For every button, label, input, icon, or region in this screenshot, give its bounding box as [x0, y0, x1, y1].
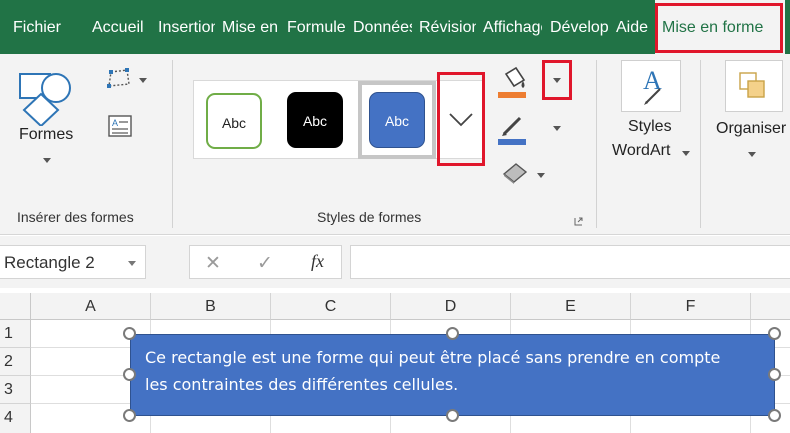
svg-text:A: A [112, 118, 118, 128]
resize-handle-right[interactable] [768, 368, 781, 381]
column-header-e[interactable]: E [511, 293, 631, 320]
resize-handle-bottom[interactable] [446, 409, 459, 422]
column-header-a[interactable]: A [31, 293, 151, 320]
resize-handle-top[interactable] [446, 327, 459, 340]
group-separator [700, 60, 701, 228]
group-label-styles-formes: Styles de formes [317, 209, 422, 225]
tab-formules[interactable]: Formules [287, 0, 346, 54]
name-box[interactable]: Rectangle 2 [0, 245, 146, 279]
formula-buttons: ✕ ✓ fx [189, 245, 342, 279]
tab-fichier[interactable]: Fichier [13, 0, 73, 54]
column-header-d[interactable]: D [391, 293, 511, 320]
highlight-box-fill-caret [542, 60, 572, 100]
tab-developpeur[interactable]: Développeur [550, 0, 609, 54]
insert-function-icon[interactable]: fx [311, 251, 324, 272]
wordart-label-line2[interactable]: WordArt [612, 142, 670, 160]
column-header-b[interactable]: B [151, 293, 271, 320]
name-box-value: Rectangle 2 [4, 253, 95, 272]
rectangle-shape[interactable]: Ce rectangle est une forme qui peut être… [130, 334, 775, 416]
formes-dropdown-caret[interactable] [43, 158, 51, 163]
shape-outline-caret[interactable] [553, 126, 561, 131]
text-box-icon[interactable]: A [108, 115, 132, 142]
arrange-caret[interactable] [748, 152, 756, 157]
style-swatch-black[interactable]: Abc [287, 92, 343, 148]
tab-affichage[interactable]: Affichage [483, 0, 542, 54]
dialog-launcher-icon[interactable] [574, 213, 583, 226]
column-header-partial[interactable] [751, 293, 790, 320]
tab-insertion[interactable]: Insertion [158, 0, 215, 54]
ribbon-panel: Formes A Insérer des formes Abc Abc Abc [0, 54, 790, 235]
tab-aide[interactable]: Aide [616, 0, 652, 54]
highlight-box-gallery-more [437, 72, 485, 166]
cancel-icon[interactable]: ✕ [205, 252, 221, 275]
tab-revision[interactable]: Révision [419, 0, 476, 54]
resize-handle-bottom-right[interactable] [768, 409, 781, 422]
tab-donnees[interactable]: Données [353, 0, 412, 54]
select-all-corner[interactable] [0, 293, 31, 320]
wordart-label-line1[interactable]: Styles [628, 118, 672, 136]
highlight-box-tab [655, 3, 783, 53]
row-header-1[interactable]: 1 [0, 320, 31, 348]
shape-outline-icon[interactable] [498, 114, 528, 151]
arrange-icon[interactable] [725, 60, 783, 112]
column-header-c[interactable]: C [271, 293, 391, 320]
wordart-caret[interactable] [682, 151, 690, 156]
resize-handle-top-right[interactable] [768, 327, 781, 340]
enter-icon[interactable]: ✓ [257, 252, 273, 275]
formes-label[interactable]: Formes [19, 126, 73, 144]
shape-fill-icon[interactable] [498, 66, 528, 105]
formula-input[interactable] [350, 245, 790, 279]
arrange-label[interactable]: Organiser [716, 120, 786, 138]
group-separator [172, 60, 173, 228]
shape-effects-caret[interactable] [537, 173, 545, 178]
resize-handle-top-left[interactable] [123, 327, 136, 340]
group-label-inserer-formes: Insérer des formes [17, 209, 134, 225]
shape-text[interactable]: Ce rectangle est une forme qui peut être… [145, 344, 745, 398]
resize-handle-bottom-left[interactable] [123, 409, 136, 422]
style-swatch-blue[interactable]: Abc [369, 92, 425, 148]
row-header-4[interactable]: 4 [0, 404, 31, 433]
row-header-3[interactable]: 3 [0, 376, 31, 404]
shape-effects-icon[interactable] [502, 162, 530, 189]
row-header-2[interactable]: 2 [0, 348, 31, 376]
style-swatch-white[interactable]: Abc [206, 93, 262, 149]
resize-handle-left[interactable] [123, 368, 136, 381]
column-header-f[interactable]: F [631, 293, 751, 320]
tab-accueil[interactable]: Accueil [92, 0, 150, 54]
edit-shape-caret[interactable] [139, 78, 147, 83]
wordart-styles-icon[interactable]: A [621, 60, 681, 112]
group-separator [596, 60, 597, 228]
edit-shape-icon[interactable] [107, 68, 133, 93]
shapes-icon[interactable] [16, 68, 74, 131]
name-box-caret[interactable] [128, 261, 136, 266]
tab-mise-en-page[interactable]: Mise en page [222, 0, 280, 54]
